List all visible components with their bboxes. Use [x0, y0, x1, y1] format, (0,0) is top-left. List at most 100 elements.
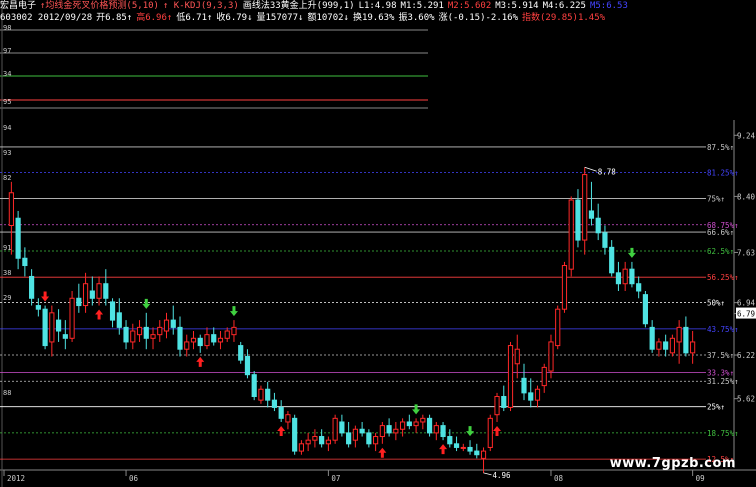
- candle-12[interactable]: [89, 276, 95, 306]
- candle-30[interactable]: [211, 327, 217, 346]
- candle-43[interactable]: [298, 440, 305, 455]
- candle-28[interactable]: [197, 334, 203, 353]
- candle-67[interactable]: [460, 443, 466, 452]
- candle-60[interactable]: [413, 418, 419, 433]
- candle-41[interactable]: [285, 411, 291, 430]
- candle-44[interactable]: [305, 432, 311, 452]
- candle-99[interactable]: [676, 320, 682, 364]
- candle-51[interactable]: [352, 425, 358, 448]
- candle-34[interactable]: [238, 341, 244, 364]
- candle-27[interactable]: [190, 331, 197, 350]
- candle-32[interactable]: [224, 327, 230, 342]
- candle-64[interactable]: [440, 421, 446, 441]
- candle-17[interactable]: [123, 320, 129, 350]
- candle-85[interactable]: [582, 167, 588, 255]
- candle-86[interactable]: [588, 181, 595, 226]
- candle-76[interactable]: [521, 363, 527, 401]
- candle-61[interactable]: [420, 414, 426, 430]
- candle-70[interactable]: [480, 447, 487, 473]
- candle-8[interactable]: [62, 320, 68, 350]
- candle-79[interactable]: [541, 363, 547, 393]
- candle-72[interactable]: [494, 392, 500, 422]
- candle-88[interactable]: [602, 225, 608, 255]
- candle-69[interactable]: [474, 443, 480, 459]
- candle-5[interactable]: [42, 305, 48, 350]
- candle-6[interactable]: [49, 305, 55, 357]
- candle-23[interactable]: [163, 312, 170, 339]
- candle-84[interactable]: [575, 189, 581, 248]
- candle-13[interactable]: [96, 276, 102, 306]
- candle-33[interactable]: [231, 320, 237, 342]
- candle-36[interactable]: [251, 371, 257, 401]
- candle-46[interactable]: [319, 429, 325, 448]
- candle-48[interactable]: [332, 414, 338, 444]
- candle-93[interactable]: [636, 276, 642, 299]
- candle-53[interactable]: [366, 429, 372, 448]
- candle-21[interactable]: [150, 327, 156, 350]
- candle-77[interactable]: [528, 378, 534, 408]
- candle-11[interactable]: [82, 272, 89, 313]
- candle-31[interactable]: [217, 331, 224, 350]
- candle-37[interactable]: [258, 385, 264, 404]
- candle-63[interactable]: [433, 421, 439, 441]
- candle-52[interactable]: [359, 421, 365, 437]
- candle-89[interactable]: [609, 240, 615, 277]
- candle-87[interactable]: [595, 203, 601, 241]
- candle-73[interactable]: [501, 385, 507, 412]
- candle-56[interactable]: [386, 418, 392, 437]
- candle-14[interactable]: [103, 269, 109, 306]
- candle-22[interactable]: [157, 320, 163, 342]
- candle-96[interactable]: [656, 338, 662, 357]
- candle-91[interactable]: [622, 261, 628, 291]
- candle-35[interactable]: [244, 349, 251, 379]
- candle-54[interactable]: [373, 432, 379, 452]
- candle-47[interactable]: [325, 436, 331, 452]
- candle-45[interactable]: [312, 429, 318, 448]
- candle-38[interactable]: [265, 381, 271, 408]
- candle-58[interactable]: [399, 418, 406, 437]
- candle-50[interactable]: [346, 421, 352, 448]
- candle-81[interactable]: [555, 305, 561, 350]
- candle-9[interactable]: [69, 291, 75, 342]
- candle-62[interactable]: [426, 414, 433, 437]
- candle-78[interactable]: [534, 385, 541, 408]
- candle-25[interactable]: [177, 316, 183, 357]
- candle-90[interactable]: [615, 261, 622, 291]
- candle-68[interactable]: [467, 440, 473, 455]
- candle-94[interactable]: [642, 291, 649, 328]
- candle-7[interactable]: [55, 309, 62, 342]
- candle-19[interactable]: [136, 320, 143, 342]
- candle-71[interactable]: [487, 414, 493, 452]
- candle-83[interactable]: [568, 196, 574, 277]
- candle-3[interactable]: [29, 269, 35, 306]
- candle-59[interactable]: [406, 414, 412, 430]
- candle-24[interactable]: [170, 305, 176, 335]
- candle-101[interactable]: [690, 331, 696, 364]
- candle-66[interactable]: [453, 436, 460, 452]
- candle-10[interactable]: [76, 283, 82, 313]
- candle-18[interactable]: [130, 323, 136, 350]
- candle-39[interactable]: [271, 392, 278, 412]
- candle-15[interactable]: [109, 298, 116, 328]
- candle-49[interactable]: [339, 414, 345, 437]
- candle-98[interactable]: [669, 334, 675, 357]
- candle-26[interactable]: [184, 334, 190, 357]
- candle-95[interactable]: [649, 320, 655, 353]
- candle-65[interactable]: [447, 429, 453, 448]
- candle-57[interactable]: [393, 421, 399, 441]
- candle-80[interactable]: [548, 334, 554, 379]
- candle-97[interactable]: [663, 334, 669, 357]
- candle-1[interactable]: [15, 210, 21, 270]
- candle-4[interactable]: [35, 298, 41, 317]
- candle-20[interactable]: [143, 312, 149, 350]
- candlestick-chart[interactable]: 87.5%↑81.25%↑75%↑68.75%↑66.6%↑62.5%↑56.2…: [0, 0, 756, 487]
- candle-75[interactable]: [514, 334, 520, 379]
- candle-2[interactable]: [22, 247, 28, 277]
- candle-42[interactable]: [292, 414, 298, 455]
- candle-29[interactable]: [204, 327, 210, 350]
- candle-74[interactable]: [507, 341, 514, 412]
- candle-92[interactable]: [629, 261, 635, 288]
- candle-55[interactable]: [379, 421, 385, 444]
- candle-100[interactable]: [683, 316, 689, 357]
- candle-82[interactable]: [561, 261, 568, 313]
